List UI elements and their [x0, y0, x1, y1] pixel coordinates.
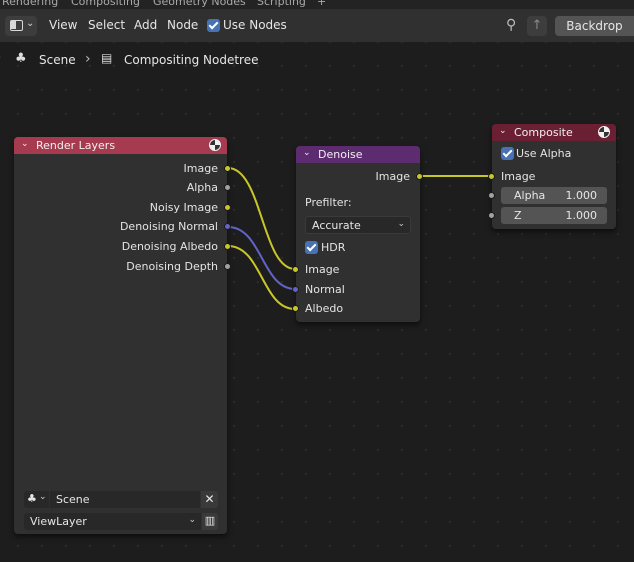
view-layer-icon[interactable]: ▥ — [202, 513, 218, 530]
z-field[interactable]: Z 1.000 — [501, 207, 607, 224]
socket-composite-image-in[interactable] — [488, 173, 495, 180]
socket-denoise-normal-in[interactable] — [292, 286, 299, 293]
output-image-label: Image — [375, 170, 410, 183]
socket-image-out[interactable] — [224, 165, 231, 172]
scene-icon: ♣ — [27, 492, 37, 505]
socket-denoising-albedo-out[interactable] — [224, 243, 231, 250]
socket-denoise-albedo-in[interactable] — [292, 305, 299, 312]
node-title: Denoise — [318, 148, 363, 161]
view-layer-name: ViewLayer — [30, 515, 87, 528]
socket-denoise-image-out[interactable] — [416, 173, 423, 180]
hdr-checkbox[interactable] — [305, 241, 318, 254]
collapse-icon[interactable]: ⌄ — [499, 126, 507, 136]
link-image-to-denoise[interactable] — [227, 167, 296, 270]
scene-name: Scene — [56, 493, 90, 506]
z-label: Z — [514, 209, 522, 222]
composite-header[interactable]: ⌄ Composite — [492, 124, 616, 141]
alpha-value: 1.000 — [565, 189, 598, 202]
input-image-label: Image — [501, 170, 536, 183]
composite-node[interactable]: ⌄ Composite Use Alpha Image Alpha 1.000 … — [492, 124, 616, 229]
denoise-header[interactable]: ⌄ Denoise — [296, 146, 420, 163]
render-layers-header[interactable]: ⌄ Render Layers — [14, 137, 227, 154]
input-albedo-label: Albedo — [305, 302, 344, 315]
output-denoising-albedo-label: Denoising Albedo — [121, 240, 218, 253]
link-normal-to-denoise[interactable] — [227, 226, 296, 290]
output-denoising-depth-label: Denoising Depth — [126, 260, 218, 273]
prefilter-label: Prefilter: — [305, 196, 352, 209]
socket-composite-alpha-in[interactable] — [488, 192, 495, 199]
socket-alpha-out[interactable] — [224, 184, 231, 191]
scene-name-field[interactable]: Scene — [50, 491, 200, 508]
socket-denoising-depth-out[interactable] — [224, 263, 231, 270]
use-alpha-label[interactable]: Use Alpha — [516, 147, 571, 160]
view-layer-dropdown[interactable]: ViewLayer ⌄ — [24, 513, 201, 530]
scene-browse-button[interactable]: ♣ ⌄ — [24, 491, 49, 508]
socket-composite-z-in[interactable] — [488, 212, 495, 219]
input-image-label: Image — [305, 263, 340, 276]
alpha-label: Alpha — [514, 189, 546, 202]
prefilter-value: Accurate — [312, 219, 361, 232]
hdr-label[interactable]: HDR — [321, 241, 345, 254]
output-alpha-label: Alpha — [186, 181, 218, 194]
chevron-down-icon: ⌄ — [39, 492, 47, 502]
alpha-field[interactable]: Alpha 1.000 — [501, 187, 607, 204]
z-value: 1.000 — [565, 209, 598, 222]
prefilter-dropdown[interactable]: Accurate ⌄ — [305, 216, 411, 234]
input-normal-label: Normal — [305, 283, 345, 296]
scene-selector[interactable]: ♣ ⌄ Scene ✕ — [24, 491, 218, 508]
render-icon[interactable] — [598, 126, 610, 138]
socket-noisy-image-out[interactable] — [224, 204, 231, 211]
output-noisy-image-label: Noisy Image — [149, 201, 218, 214]
node-title: Render Layers — [36, 139, 116, 152]
output-denoising-normal-label: Denoising Normal — [119, 220, 218, 233]
collapse-icon[interactable]: ⌄ — [303, 148, 311, 158]
node-title: Composite — [514, 126, 573, 139]
output-image-label: Image — [183, 162, 218, 175]
socket-denoising-normal-out[interactable] — [224, 223, 231, 230]
render-icon[interactable] — [209, 139, 221, 151]
use-alpha-checkbox[interactable] — [501, 147, 514, 160]
close-icon[interactable]: ✕ — [201, 491, 218, 508]
socket-denoise-image-in[interactable] — [292, 266, 299, 273]
chevron-down-icon: ⌄ — [188, 515, 196, 525]
render-layers-node[interactable]: ⌄ Render Layers Image Alpha Noisy Image … — [14, 137, 227, 534]
collapse-icon[interactable]: ⌄ — [21, 139, 29, 149]
chevron-down-icon: ⌄ — [397, 219, 405, 229]
denoise-node[interactable]: ⌄ Denoise Image Prefilter: Accurate ⌄ HD… — [296, 146, 420, 322]
view-layer-selector[interactable]: ViewLayer ⌄ ▥ — [24, 513, 218, 530]
